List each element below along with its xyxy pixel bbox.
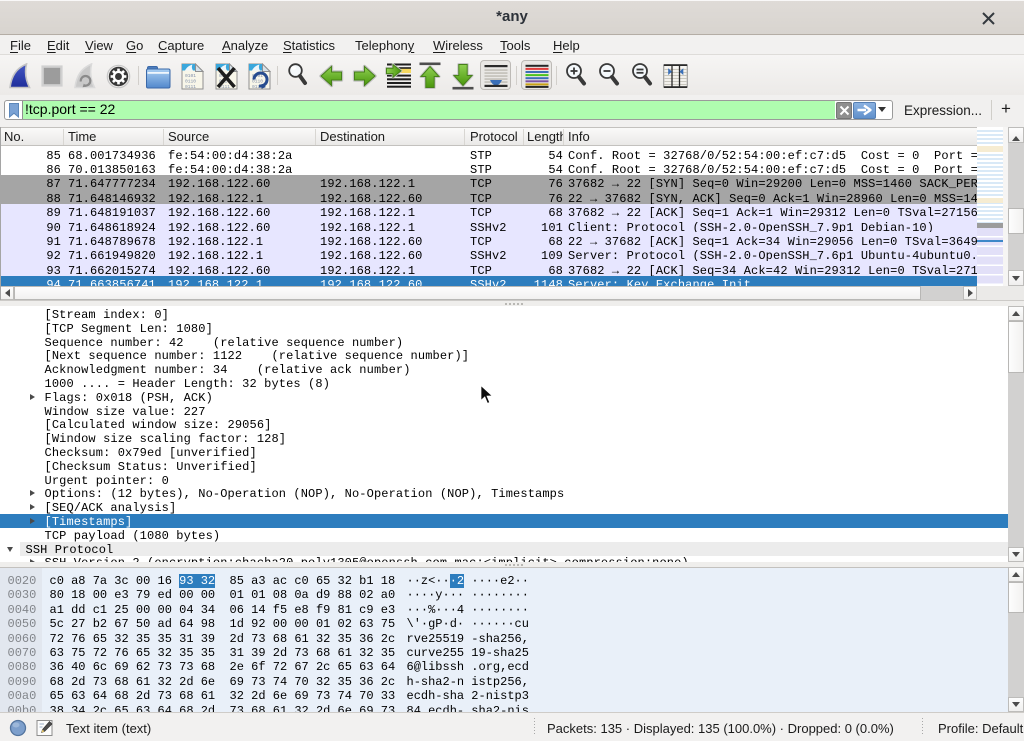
svg-text:0111: 0111 bbox=[185, 84, 196, 90]
svg-text:0110: 0110 bbox=[185, 79, 196, 85]
svg-text:0101: 0101 bbox=[185, 73, 196, 79]
